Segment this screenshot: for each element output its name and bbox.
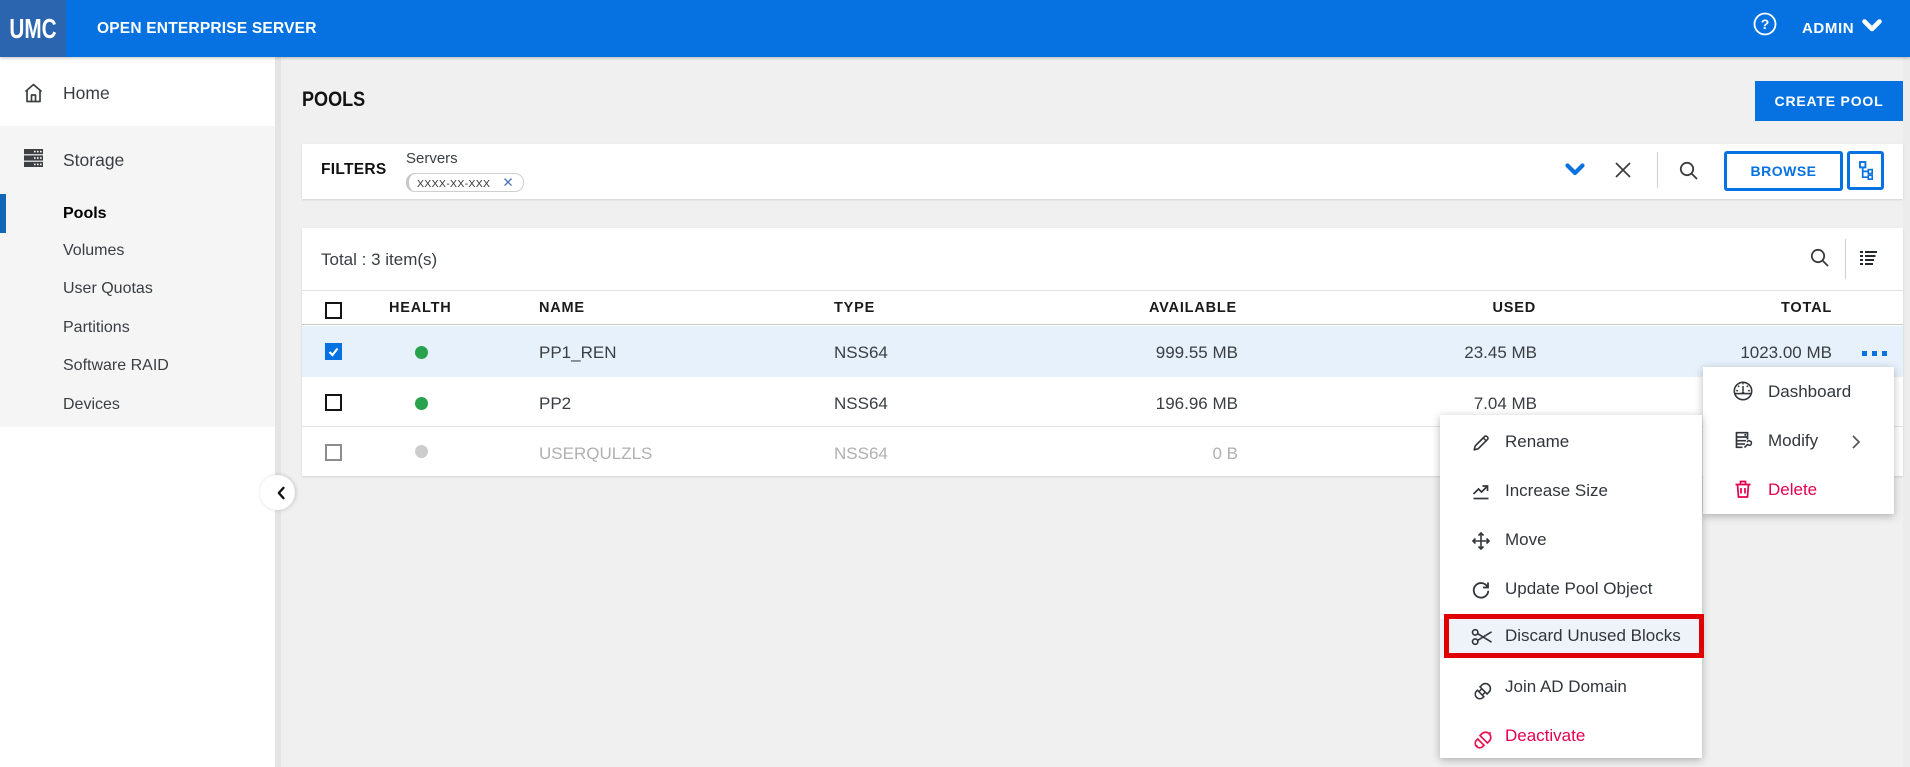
svg-text:?: ?: [1761, 16, 1770, 32]
